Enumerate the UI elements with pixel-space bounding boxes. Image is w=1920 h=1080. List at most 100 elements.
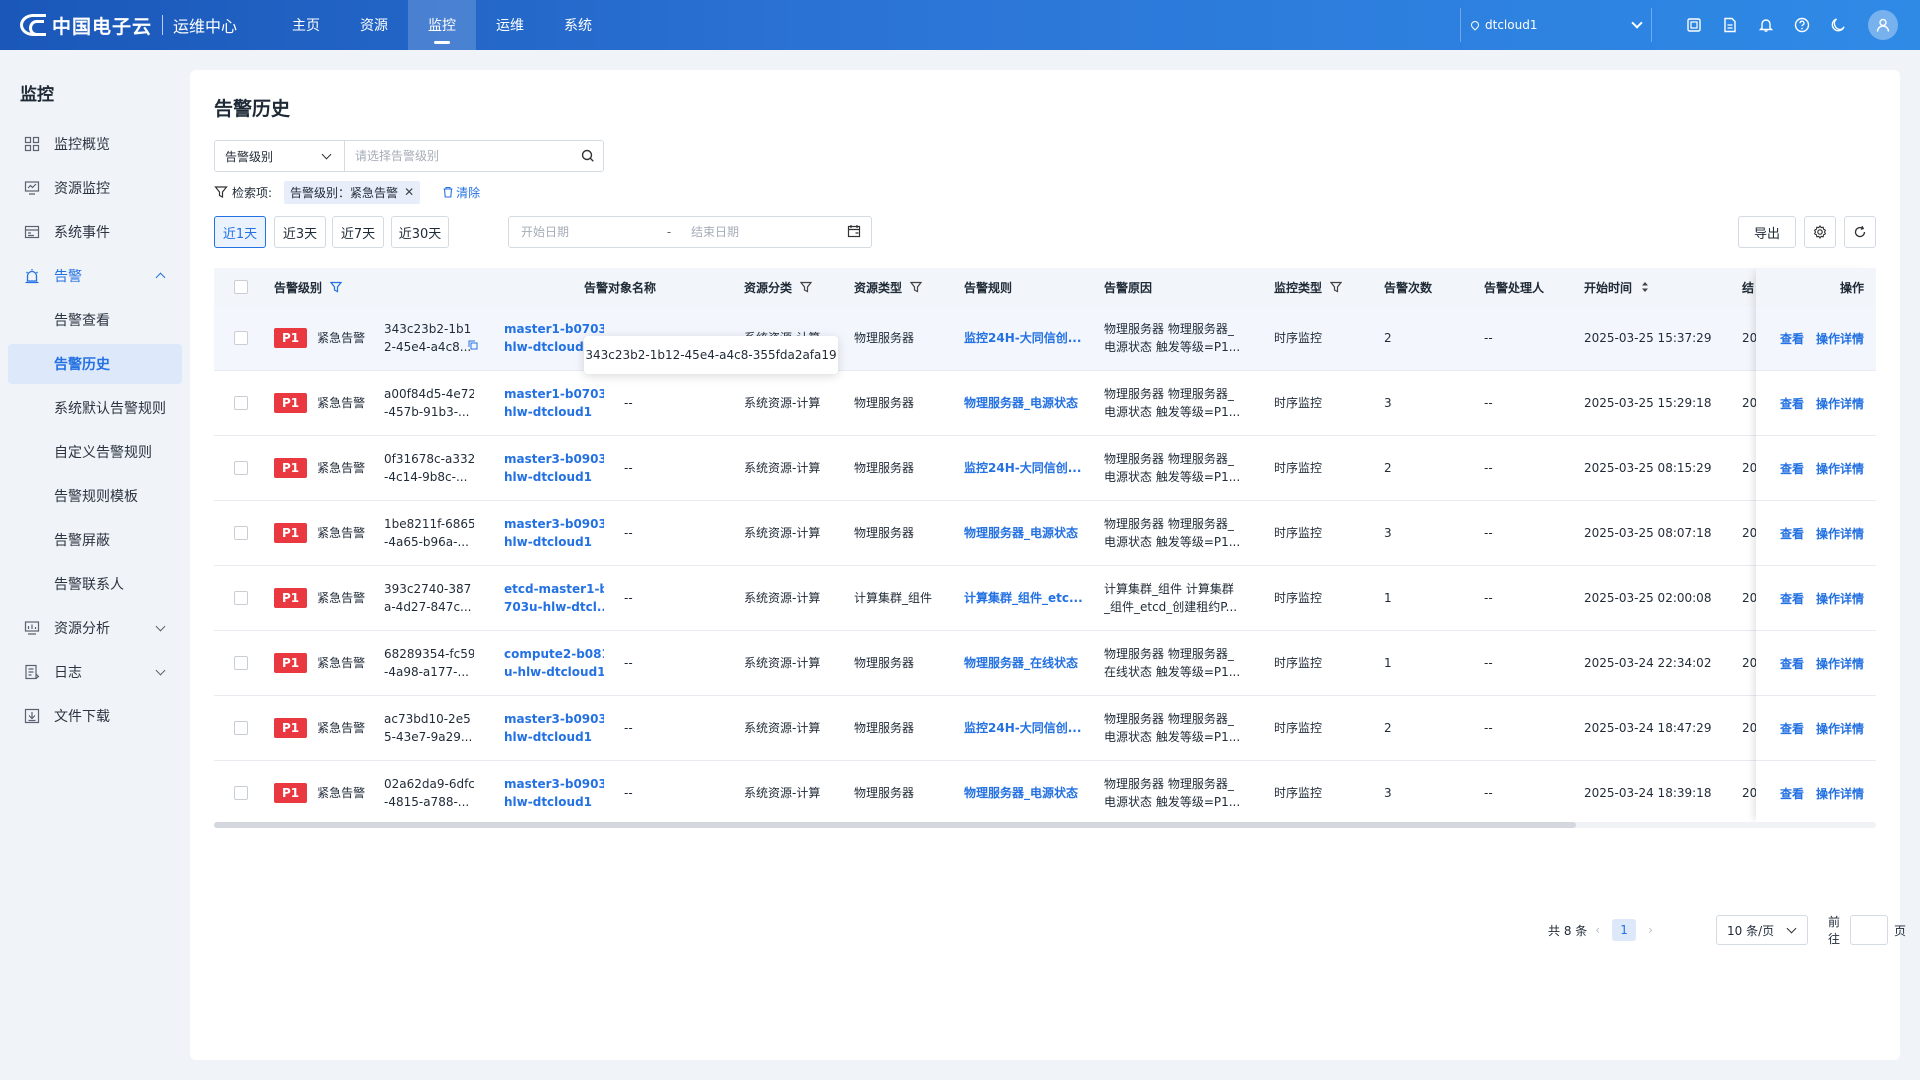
object-link[interactable]: master1-b0703u-hlw-dtcloud1 bbox=[504, 371, 604, 435]
export-button[interactable]: 导出 bbox=[1738, 216, 1796, 248]
column-filter-icon[interactable] bbox=[800, 281, 813, 293]
close-icon[interactable]: ✕ bbox=[404, 185, 414, 199]
row-checkbox[interactable] bbox=[234, 306, 248, 370]
range-7d-button[interactable]: 近7天 bbox=[332, 216, 384, 248]
refresh-button[interactable] bbox=[1844, 216, 1876, 248]
copy-icon[interactable] bbox=[468, 340, 478, 350]
view-button[interactable]: 查看 bbox=[1780, 785, 1804, 802]
column-filter-icon[interactable] bbox=[330, 281, 343, 293]
table-row[interactable]: P1 紧急告警 68289354-fc59 -4a98-a177-... compute… bbox=[214, 631, 1876, 696]
rule-link[interactable]: 计算集群_组件_etc... bbox=[964, 566, 1083, 630]
operation-detail-button[interactable]: 操作详情 bbox=[1816, 395, 1864, 412]
rule-link[interactable]: 物理服务器_电源状态 bbox=[964, 371, 1078, 435]
row-checkbox[interactable] bbox=[234, 696, 248, 760]
object-link[interactable]: master3-b0903u-hlw-dtcloud1 bbox=[504, 761, 604, 825]
table-row[interactable]: P1 紧急告警 a00f84d5-4e72 -457b-91b3-... master1… bbox=[214, 371, 1876, 436]
sidebar-item-custom-rules[interactable]: 自定义告警规则 bbox=[8, 432, 182, 472]
object-link[interactable]: master3-b0903u-hlw-dtcloud1 bbox=[504, 501, 604, 565]
horizontal-scrollbar[interactable] bbox=[214, 822, 1876, 828]
rule-link[interactable]: 监控24H-大同信创... bbox=[964, 436, 1081, 500]
sidebar-item-logs[interactable]: 日志 bbox=[8, 652, 182, 692]
bell-icon[interactable] bbox=[1756, 15, 1776, 35]
help-icon[interactable] bbox=[1792, 15, 1812, 35]
row-checkbox[interactable] bbox=[234, 761, 248, 825]
search-icon[interactable] bbox=[573, 141, 603, 171]
table-row[interactable]: P1 紧急告警 02a62da9-6dfc -4815-a788-... master3… bbox=[214, 761, 1876, 826]
row-checkbox[interactable] bbox=[234, 501, 248, 565]
filter-field-select[interactable]: 告警级别 bbox=[215, 141, 345, 171]
range-30d-button[interactable]: 近30天 bbox=[391, 216, 449, 248]
rule-link[interactable]: 物理服务器_电源状态 bbox=[964, 501, 1078, 565]
table-row[interactable]: P1 紧急告警 393c2740-387 a-4d27-847c... etcd-mas… bbox=[214, 566, 1876, 631]
rule-link[interactable]: 监控24H-大同信创... bbox=[964, 306, 1081, 370]
range-3d-button[interactable]: 近3天 bbox=[274, 216, 326, 248]
clear-conditions-button[interactable]: 清除 bbox=[442, 184, 480, 201]
row-checkbox[interactable] bbox=[234, 631, 248, 695]
goto-page-input[interactable] bbox=[1850, 915, 1889, 945]
user-avatar[interactable] bbox=[1868, 10, 1898, 40]
table-row[interactable]: P1 紧急告警 343c23b2-1b1 2-45e4-a4c8... master1-… bbox=[214, 306, 1876, 371]
view-button[interactable]: 查看 bbox=[1780, 395, 1804, 412]
moon-icon[interactable] bbox=[1828, 15, 1848, 35]
view-button[interactable]: 查看 bbox=[1780, 330, 1804, 347]
sidebar-item-alarm-history[interactable]: 告警历史 bbox=[8, 344, 182, 384]
table-row[interactable]: P1 紧急告警 0f31678c-a332 -4c14-9b8c-... master3… bbox=[214, 436, 1876, 501]
sidebar-item-alarm-view[interactable]: 告警查看 bbox=[8, 300, 182, 340]
top-nav-home[interactable]: 主页 bbox=[272, 0, 340, 50]
sidebar-item-resource-analysis[interactable]: 资源分析 bbox=[8, 608, 182, 648]
sidebar-item-rule-templates[interactable]: 告警规则模板 bbox=[8, 476, 182, 516]
settings-button[interactable] bbox=[1804, 216, 1836, 248]
next-page-icon[interactable]: › bbox=[1648, 923, 1653, 937]
page-size-select[interactable]: 10 条/页 bbox=[1716, 915, 1808, 945]
scrollbar-thumb[interactable] bbox=[214, 822, 1576, 828]
view-button[interactable]: 查看 bbox=[1780, 590, 1804, 607]
calendar-icon[interactable] bbox=[847, 224, 861, 241]
col-header-start-time[interactable]: 开始时间 bbox=[1584, 268, 1650, 306]
prev-page-icon[interactable]: ‹ bbox=[1595, 923, 1600, 937]
operation-detail-button[interactable]: 操作详情 bbox=[1816, 460, 1864, 477]
document-icon[interactable] bbox=[1720, 15, 1740, 35]
view-button[interactable]: 查看 bbox=[1780, 460, 1804, 477]
page-1-button[interactable]: 1 bbox=[1612, 919, 1637, 941]
column-filter-icon[interactable] bbox=[1330, 281, 1343, 293]
region-select[interactable]: dtcloud1 bbox=[1460, 8, 1652, 42]
table-row[interactable]: P1 紧急告警 ac73bd10-2e5 5-43e7-9a29... master3-… bbox=[214, 696, 1876, 761]
operation-detail-button[interactable]: 操作详情 bbox=[1816, 785, 1864, 802]
top-nav-resource[interactable]: 资源 bbox=[340, 0, 408, 50]
operation-detail-button[interactable]: 操作详情 bbox=[1816, 655, 1864, 672]
start-date-input[interactable] bbox=[509, 225, 659, 239]
operation-detail-button[interactable]: 操作详情 bbox=[1816, 720, 1864, 737]
operation-detail-button[interactable]: 操作详情 bbox=[1816, 590, 1864, 607]
sidebar-item-alarm-shield[interactable]: 告警屏蔽 bbox=[8, 520, 182, 560]
sidebar-item-file-download[interactable]: 文件下载 bbox=[8, 696, 182, 736]
top-nav-monitor[interactable]: 监控 bbox=[408, 0, 476, 50]
rule-link[interactable]: 监控24H-大同信创... bbox=[964, 696, 1081, 760]
sort-icon[interactable] bbox=[1640, 281, 1650, 293]
row-checkbox[interactable] bbox=[234, 436, 248, 500]
top-nav-system[interactable]: 系统 bbox=[544, 0, 612, 50]
row-checkbox[interactable] bbox=[234, 371, 248, 435]
sidebar-item-alarm[interactable]: 告警 bbox=[8, 256, 182, 296]
rule-link[interactable]: 物理服务器_电源状态 bbox=[964, 761, 1078, 825]
operation-detail-button[interactable]: 操作详情 bbox=[1816, 330, 1864, 347]
sidebar-item-alarm-contacts[interactable]: 告警联系人 bbox=[8, 564, 182, 604]
object-link[interactable]: etcd-master1-b0 703u-hlw-dtcl... bbox=[504, 566, 604, 630]
view-button[interactable]: 查看 bbox=[1780, 525, 1804, 542]
screen-icon[interactable] bbox=[1684, 15, 1704, 35]
object-link[interactable]: compute2-b0819 u-hlw-dtcloud1 bbox=[504, 631, 604, 695]
sidebar-item-default-rules[interactable]: 系统默认告警规则 bbox=[8, 388, 182, 428]
object-link[interactable]: master3-b0903u-hlw-dtcloud1 bbox=[504, 696, 604, 760]
rule-link[interactable]: 物理服务器_在线状态 bbox=[964, 631, 1078, 695]
select-all-checkbox[interactable] bbox=[234, 268, 248, 306]
column-filter-icon[interactable] bbox=[910, 281, 923, 293]
range-1d-button[interactable]: 近1天 bbox=[214, 216, 266, 248]
end-date-input[interactable] bbox=[679, 225, 829, 239]
row-checkbox[interactable] bbox=[234, 566, 248, 630]
sidebar-item-resource-monitor[interactable]: 资源监控 bbox=[8, 168, 182, 208]
operation-detail-button[interactable]: 操作详情 bbox=[1816, 525, 1864, 542]
filter-value-input[interactable] bbox=[345, 141, 573, 171]
top-nav-ops[interactable]: 运维 bbox=[476, 0, 544, 50]
sidebar-item-system-events[interactable]: 系统事件 bbox=[8, 212, 182, 252]
sidebar-item-monitor-overview[interactable]: 监控概览 bbox=[8, 124, 182, 164]
table-row[interactable]: P1 紧急告警 1be8211f-6865 -4a65-b96a-... master3… bbox=[214, 501, 1876, 566]
